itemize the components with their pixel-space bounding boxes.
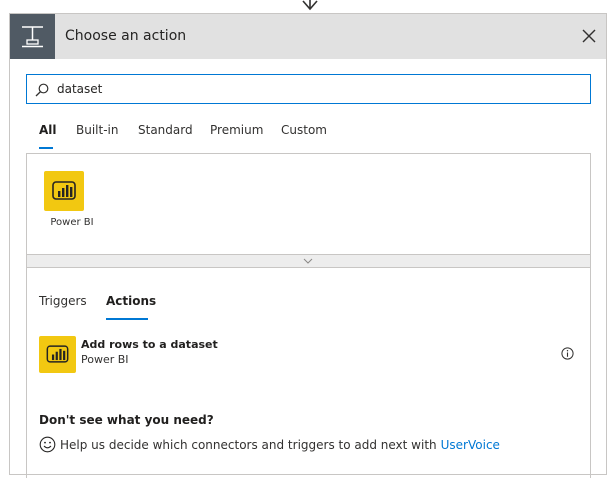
connector-label: Power BI: [50, 217, 94, 228]
search-box[interactable]: [26, 74, 591, 104]
choose-action-dialog: Choose an action All Built-in Standard P…: [9, 13, 607, 478]
action-connector-name: Power BI: [81, 353, 129, 366]
arrow-down-icon: [302, 0, 318, 11]
search-input[interactable]: [57, 75, 577, 103]
tab-label: Triggers: [39, 294, 87, 308]
power-bi-icon: [44, 171, 84, 211]
search-icon: [35, 83, 49, 97]
actions-panel: Triggers Actions Add rows to a dataset P…: [26, 268, 591, 478]
tab-label: Premium: [210, 123, 264, 137]
help-text: Help us decide which connectors and trig…: [60, 438, 437, 452]
active-tab-indicator: [39, 147, 53, 149]
tab-all[interactable]: All: [39, 120, 57, 150]
power-bi-icon: [39, 336, 76, 373]
smiley-icon: [39, 436, 56, 453]
tab-premium[interactable]: Premium: [210, 120, 263, 150]
tab-custom[interactable]: Custom: [281, 120, 327, 150]
action-item[interactable]: Add rows to a dataset Power BI: [39, 336, 574, 374]
active-tab-indicator: [106, 318, 148, 320]
tab-label: Actions: [106, 294, 157, 308]
dialog-header: Choose an action: [10, 14, 606, 59]
tab-label: All: [39, 123, 57, 137]
dialog-title: Choose an action: [65, 28, 187, 44]
action-step-icon: [10, 14, 55, 59]
tab-actions[interactable]: Actions: [106, 291, 156, 321]
tab-triggers[interactable]: Triggers: [39, 291, 87, 321]
tab-built-in[interactable]: Built-in: [76, 120, 118, 150]
connector-power-bi[interactable]: Power BI: [44, 171, 104, 235]
connectors-panel: Power BI: [26, 153, 591, 254]
close-icon[interactable]: [580, 27, 598, 45]
collapse-toggle[interactable]: [26, 254, 591, 268]
help-heading: Don't see what you need?: [39, 413, 214, 427]
tab-label: Standard: [138, 123, 193, 137]
tab-label: Built-in: [76, 123, 119, 137]
tab-standard[interactable]: Standard: [138, 120, 193, 150]
uservoice-link[interactable]: UserVoice: [441, 438, 500, 452]
tab-label: Custom: [281, 123, 327, 137]
info-icon[interactable]: [561, 347, 574, 360]
action-title: Add rows to a dataset: [81, 338, 218, 351]
chevron-down-icon: [303, 258, 313, 264]
